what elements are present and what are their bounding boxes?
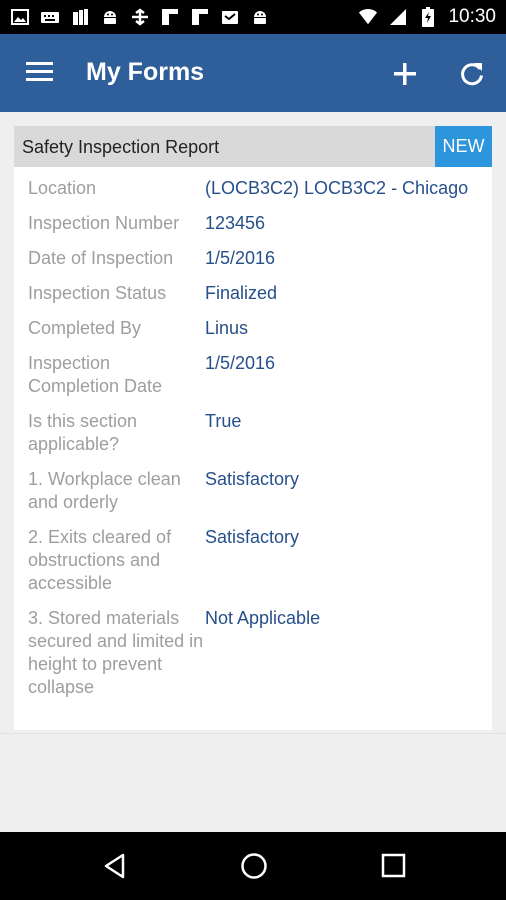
keyboard-icon — [40, 7, 60, 27]
field-label: Completed By — [28, 318, 142, 338]
field-label: Inspection Completion Date — [28, 353, 163, 396]
list-divider — [0, 733, 506, 734]
field-label: Location — [28, 178, 97, 198]
field-label: Is this section applicable? — [28, 411, 138, 454]
app-bar: My Forms — [0, 34, 506, 112]
home-icon[interactable] — [240, 852, 268, 880]
new-badge: NEW — [435, 126, 492, 167]
clock: 10:30 — [448, 6, 496, 27]
usb-icon — [130, 7, 150, 27]
field-row: Inspection Status Finalized — [28, 282, 488, 305]
field-value: 1/5/2016 — [205, 248, 276, 268]
battery-icon — [418, 7, 438, 27]
field-row: Inspection Number 123456 — [28, 212, 488, 235]
navigation-bar — [0, 832, 506, 900]
message-icon — [220, 7, 240, 27]
image-icon — [10, 7, 30, 27]
field-row: Date of Inspection 1/5/2016 — [28, 247, 488, 270]
files-icon — [70, 7, 90, 27]
page-title: My Forms — [86, 58, 205, 86]
field-value: (LOCB3C2) LOCB3C2 - Chicago — [205, 178, 469, 198]
field-row: Location (LOCB3C2) LOCB3C2 - Chicago — [28, 177, 488, 200]
form-fields: Location (LOCB3C2) LOCB3C2 - Chicago Ins… — [28, 177, 488, 711]
square-icon — [160, 7, 180, 27]
square-icon — [190, 7, 210, 27]
add-icon[interactable] — [392, 61, 418, 87]
refresh-icon[interactable] — [458, 60, 486, 88]
field-value: Satisfactory — [205, 469, 300, 489]
field-value: Linus — [205, 318, 249, 338]
system-indicators: 10:30 — [358, 6, 496, 28]
field-value: Finalized — [205, 283, 278, 303]
android-icon — [250, 7, 270, 27]
field-row: 3. Stored materials secured and limited … — [28, 607, 488, 699]
field-value: 123456 — [205, 213, 266, 233]
form-card-header: Safety Inspection Report NEW — [14, 126, 492, 167]
field-row: Inspection Completion Date 1/5/2016 — [28, 352, 488, 398]
field-row: 2. Exits cleared of obstructions and acc… — [28, 526, 488, 595]
back-icon[interactable] — [102, 853, 128, 879]
field-label: Inspection Number — [28, 213, 180, 233]
field-value: Satisfactory — [205, 527, 300, 547]
form-title: Safety Inspection Report — [22, 137, 220, 157]
notification-icons — [10, 7, 270, 27]
wifi-icon — [358, 7, 378, 27]
field-row: Completed By Linus — [28, 317, 488, 340]
field-row: Is this section applicable? True — [28, 410, 488, 456]
field-label: Date of Inspection — [28, 248, 174, 268]
field-label: Inspection Status — [28, 283, 167, 303]
android-icon — [100, 7, 120, 27]
field-value: True — [205, 411, 242, 431]
field-label: 3. Stored materials secured and limited … — [28, 608, 204, 697]
status-bar: 10:30 — [0, 0, 506, 34]
recent-apps-icon[interactable] — [381, 853, 407, 879]
field-label: 2. Exits cleared of obstructions and acc… — [28, 527, 172, 593]
form-card[interactable]: Safety Inspection Report NEW Location (L… — [14, 126, 492, 730]
field-label: 1. Workplace clean and orderly — [28, 469, 181, 512]
menu-icon[interactable] — [26, 61, 54, 83]
field-value: 1/5/2016 — [205, 353, 276, 373]
signal-icon — [388, 7, 408, 27]
field-value: Not Applicable — [205, 608, 321, 628]
field-row: 1. Workplace clean and orderly Satisfact… — [28, 468, 488, 514]
